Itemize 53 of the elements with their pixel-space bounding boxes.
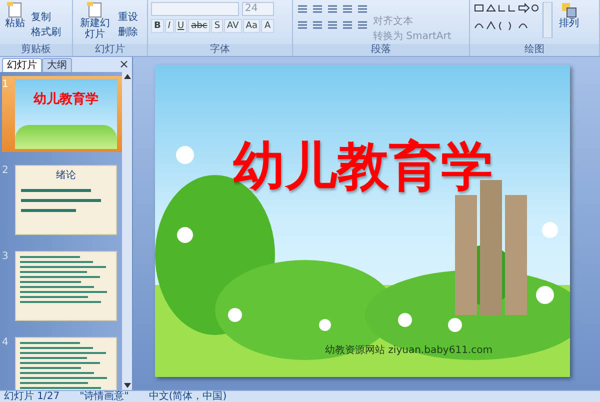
align-icon[interactable] — [326, 19, 339, 31]
shapes-gallery-icon[interactable] — [473, 2, 553, 38]
align-icon[interactable] — [296, 19, 309, 31]
format-button[interactable]: S — [211, 19, 224, 33]
slide-number: 4 — [2, 337, 10, 350]
font-name-field[interactable] — [151, 2, 239, 16]
scroll-down-icon[interactable] — [124, 383, 130, 388]
website-caption: 幼教资源网站 ziyuan.baby611.com — [325, 345, 492, 357]
align-icon[interactable] — [311, 19, 324, 31]
format-button[interactable]: A — [261, 19, 274, 33]
pane-tab[interactable]: 幻灯片 — [2, 58, 42, 72]
format-button[interactable]: B — [151, 19, 164, 33]
list-icon[interactable] — [311, 3, 324, 15]
pane-tab[interactable]: 大纲 — [42, 58, 72, 72]
ribbon-large-button[interactable]: 新建幻灯片 — [76, 2, 114, 44]
format-button[interactable]: AV — [224, 19, 242, 33]
ribbon-button[interactable]: 删除 — [118, 27, 138, 39]
status-text: 中文(简体，中国) — [148, 391, 227, 402]
slide-title: 幼儿教育学 — [233, 139, 493, 195]
format-button[interactable]: abc — [188, 19, 210, 33]
document-icon — [86, 2, 104, 18]
document-icon — [6, 2, 24, 18]
ribbon-button[interactable]: 格式刷 — [31, 27, 61, 39]
ribbon-button[interactable]: 复制 — [31, 12, 61, 24]
slide-thumbnail[interactable]: 绪论 — [15, 165, 117, 235]
slide-number: 3 — [2, 251, 10, 264]
ribbon-large-button[interactable]: 粘贴 — [3, 2, 27, 44]
align-icon[interactable] — [356, 19, 369, 31]
list-icon[interactable] — [296, 3, 309, 15]
scroll-up-icon[interactable] — [124, 74, 130, 79]
slide-number: 2 — [2, 165, 10, 178]
status-text: 幻灯片 1/27 — [4, 391, 60, 402]
align-icon[interactable] — [341, 19, 354, 31]
ribbon-large-button[interactable]: 排列 — [557, 2, 581, 44]
list-icon[interactable] — [356, 3, 369, 15]
group-label: 剪贴板 — [0, 44, 72, 56]
status-text: "诗情画意" — [80, 391, 129, 402]
format-button[interactable]: I — [164, 19, 174, 33]
group-label: 字体 — [148, 44, 292, 56]
slide-number: 1 — [2, 79, 10, 92]
thumbnail-title: 幼儿教育学 — [34, 93, 98, 107]
format-button[interactable]: Aa — [242, 19, 260, 33]
ribbon-button[interactable]: 重设 — [118, 12, 138, 24]
group-label: 幻灯片 — [73, 44, 147, 56]
list-icon[interactable] — [326, 3, 339, 15]
format-button[interactable]: U — [174, 19, 188, 33]
list-icon[interactable] — [341, 3, 354, 15]
slide-thumbnail-row[interactable]: 2 绪论 — [2, 162, 122, 238]
group-label: 绘图 — [470, 44, 599, 56]
thumbnail-title: 绪论 — [56, 170, 76, 181]
shapes-icon — [560, 2, 578, 18]
group-label: 段落 — [293, 44, 469, 56]
close-pane-button[interactable]: × — [118, 57, 129, 71]
